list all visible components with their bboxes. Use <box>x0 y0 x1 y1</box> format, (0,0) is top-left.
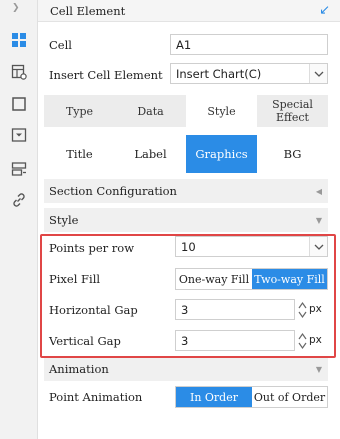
triangle-down-icon: ▼ <box>315 215 322 225</box>
tab-special-effect-label: Special Effect <box>272 98 313 124</box>
tab-bg[interactable]: BG <box>257 135 328 173</box>
section-configuration-header[interactable]: Section Configuration ◀ <box>44 179 328 203</box>
tab-graphics-label: Graphics <box>195 147 248 161</box>
tab-label-label: Label <box>134 147 167 161</box>
point-animation-label: Point Animation <box>49 390 143 404</box>
style-section-title: Style <box>49 213 79 227</box>
tab-style[interactable]: Style <box>186 95 257 127</box>
cell-input[interactable]: A1 <box>170 34 328 55</box>
cell-label: Cell <box>49 38 72 52</box>
animation-section-header[interactable]: Animation ▼ <box>44 357 328 381</box>
section-configuration-title: Section Configuration <box>49 184 177 198</box>
grid-icon[interactable] <box>10 31 28 49</box>
square-icon[interactable] <box>10 95 28 113</box>
panel-title: Cell Element <box>50 3 126 18</box>
out-of-order-label: Out of Order <box>253 390 326 404</box>
style-section-header[interactable]: Style ▼ <box>44 208 328 232</box>
tab-data-label: Data <box>137 104 164 118</box>
triangle-down-icon: ▼ <box>315 364 322 374</box>
tab-type[interactable]: Type <box>44 95 115 127</box>
chevron-down-icon[interactable] <box>309 64 327 83</box>
cell-input-value: A1 <box>176 37 192 52</box>
triangle-left-icon: ◀ <box>315 186 322 196</box>
tab-bg-label: BG <box>283 147 302 161</box>
left-sidebar: ❯ <box>0 0 38 439</box>
tab-title-label: Title <box>66 147 93 161</box>
tab-graphics[interactable]: Graphics <box>186 135 257 173</box>
in-order-label: In Order <box>189 390 238 404</box>
pin-arrow-icon[interactable]: ↙ <box>319 3 330 18</box>
tab-type-label: Type <box>65 104 94 118</box>
tab-title[interactable]: Title <box>44 135 115 173</box>
cell-element-panel: Cell Element ↙ Cell A1 Insert Cell Eleme… <box>38 0 340 439</box>
panel-header: Cell Element ↙ <box>38 0 340 22</box>
point-animation-toggle: In Order Out of Order <box>175 386 328 408</box>
insert-cell-element-value: Insert Chart(C) <box>176 66 262 81</box>
out-of-order-option[interactable]: Out of Order <box>252 387 327 407</box>
link-icon[interactable] <box>10 191 28 209</box>
tab-special-effect[interactable]: Special Effect <box>257 95 328 127</box>
highlight-box <box>40 234 336 358</box>
insert-cell-element-label: Insert Cell Element <box>49 68 163 82</box>
primary-tabs: Type Data Style Special Effect <box>44 95 328 127</box>
tab-label[interactable]: Label <box>115 135 186 173</box>
secondary-tabs: Title Label Graphics BG <box>44 135 328 173</box>
dropdown-box-icon[interactable] <box>10 126 28 144</box>
tab-data[interactable]: Data <box>115 95 186 127</box>
table-settings-icon[interactable] <box>10 63 28 81</box>
insert-cell-element-select[interactable]: Insert Chart(C) <box>170 63 328 84</box>
animation-section-title: Animation <box>49 362 109 376</box>
collapse-chevron-icon[interactable]: ❯ <box>12 3 20 13</box>
in-order-option[interactable]: In Order <box>176 387 252 407</box>
tab-style-label: Style <box>207 104 236 118</box>
server-icon[interactable] <box>10 160 28 178</box>
